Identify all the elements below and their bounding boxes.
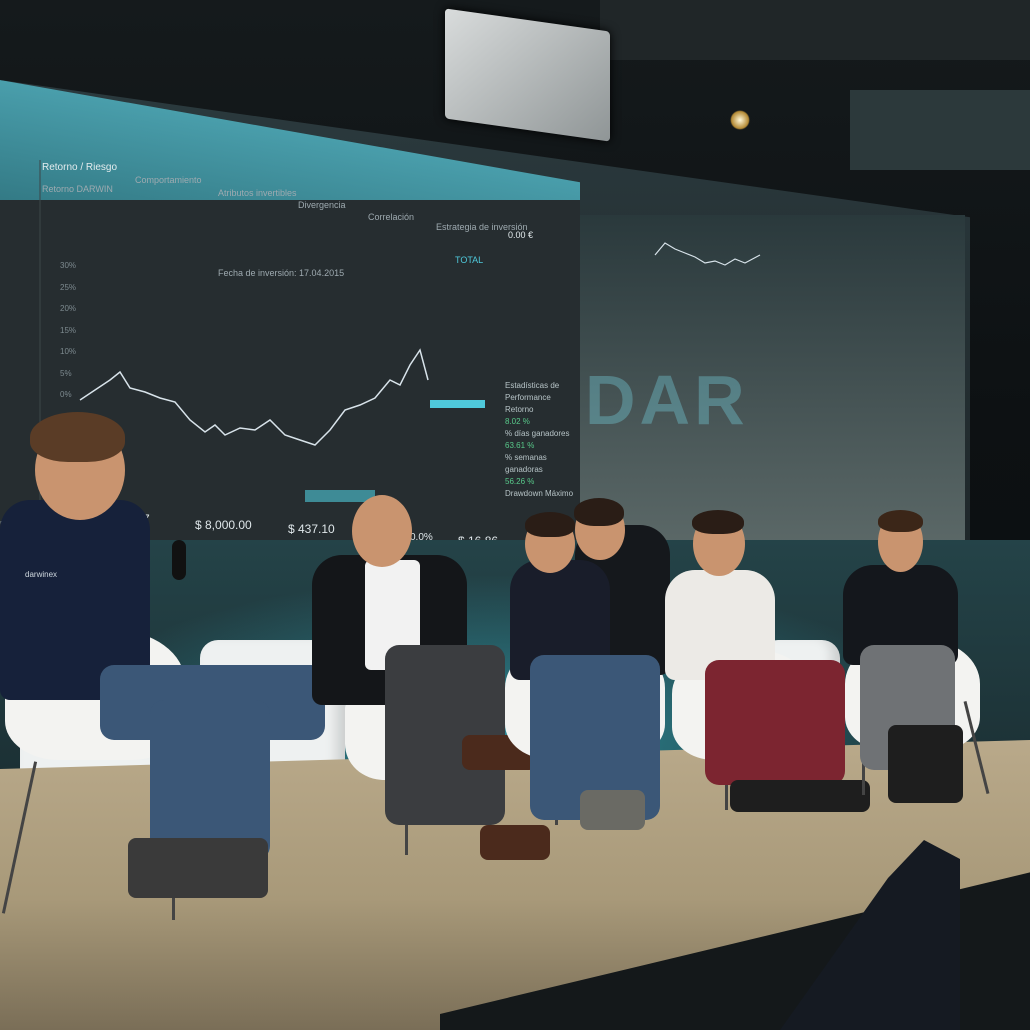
person-shoes xyxy=(480,825,550,860)
person-hair xyxy=(574,498,624,526)
chart-marker xyxy=(430,400,485,408)
person-shoes xyxy=(580,790,645,830)
ceiling-panel xyxy=(850,90,1030,170)
person-shoes xyxy=(888,725,963,803)
footer-value: $ 8,000.00 xyxy=(195,518,252,532)
ceiling-speaker xyxy=(445,8,610,142)
person-trousers xyxy=(705,660,845,785)
mini-chart-line xyxy=(654,242,761,266)
spotlight xyxy=(730,110,750,130)
ceiling-beam xyxy=(600,0,1030,60)
person-shoes xyxy=(128,838,268,898)
footer-value: $ 437.10 xyxy=(288,522,335,536)
stat-label: % semanas ganadoras xyxy=(505,453,547,474)
person-hair xyxy=(30,412,125,462)
microphone xyxy=(172,540,186,580)
stat-label: Drawdown Máximo xyxy=(505,489,574,498)
shirt-logo: darwinex xyxy=(25,570,58,579)
video-logo: DAR xyxy=(585,361,749,439)
stat-value: 63.61 % xyxy=(505,441,535,450)
person-head xyxy=(352,495,412,567)
person-hair xyxy=(692,510,744,534)
mini-chart xyxy=(654,242,761,266)
person-hair xyxy=(525,512,575,537)
panel-discussion-photo: Retorno / Riesgo Comportamiento Atributo… xyxy=(0,0,1030,1030)
person-shoes xyxy=(730,780,870,812)
person-jeans xyxy=(150,700,270,860)
stats-panel: Estadísticas de Performance Retorno 8.02… xyxy=(505,380,575,500)
stats-title: Estadísticas de Performance xyxy=(505,381,560,402)
person-hair xyxy=(878,510,923,532)
stat-label: % días ganadores xyxy=(505,429,570,438)
stat-label: Retorno xyxy=(505,405,534,414)
stat-value: 56.26 % xyxy=(505,477,535,486)
stat-value: 8.02 % xyxy=(505,417,530,426)
return-line xyxy=(79,348,429,446)
